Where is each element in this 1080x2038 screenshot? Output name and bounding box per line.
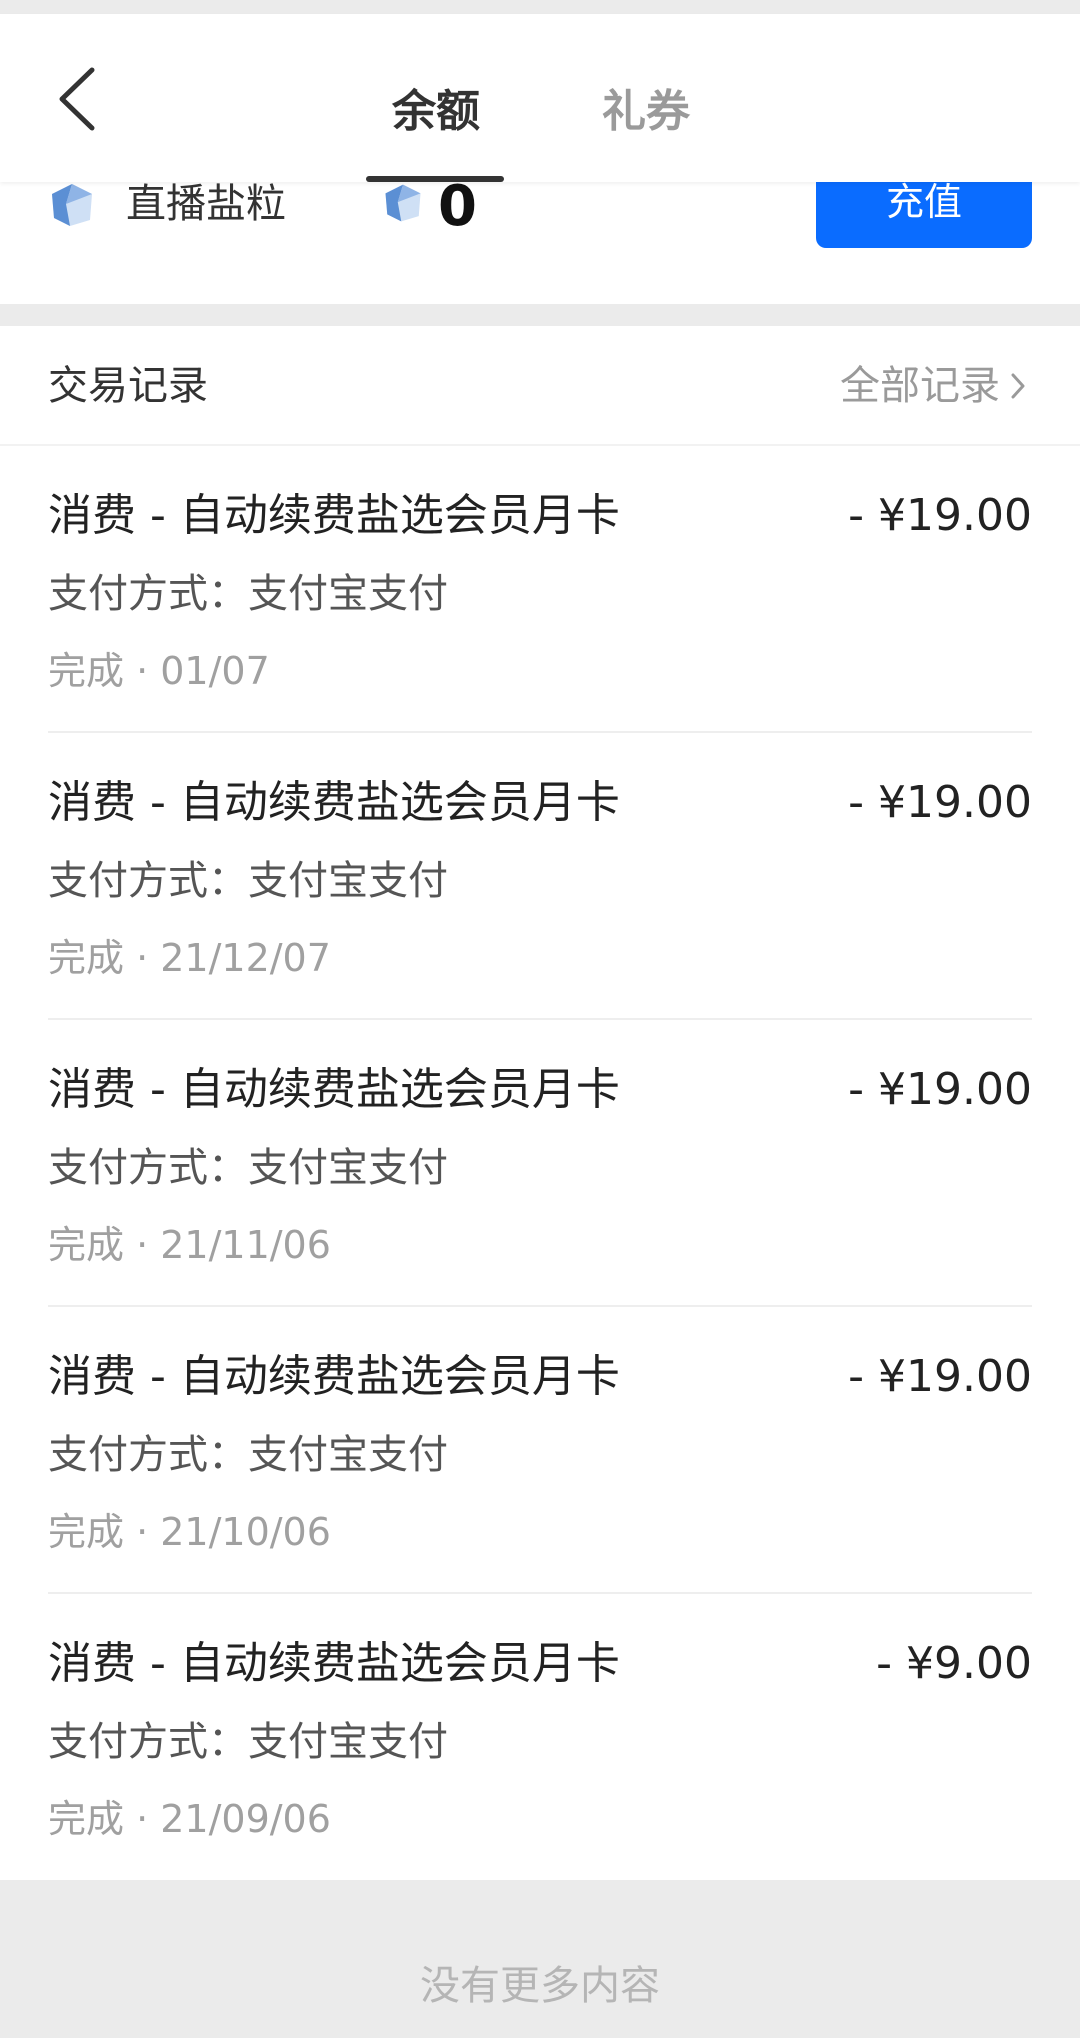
transaction-amount: - ¥19.00 <box>848 777 1032 828</box>
tab-coupon[interactable]: 礼券 <box>576 72 716 152</box>
balance-amount: 0 <box>438 174 477 239</box>
back-button[interactable] <box>48 64 118 134</box>
recharge-button[interactable]: 充值 <box>816 182 1032 248</box>
chevron-left-icon <box>59 67 95 131</box>
transaction-payment-method: 支付方式：支付宝支付 <box>48 1719 448 1765</box>
transaction-status: 完成 · 21/12/07 <box>48 936 331 980</box>
transaction-name: 消费 - 自动续费盐选会员月卡 <box>48 777 620 828</box>
transaction-item[interactable]: 消费 - 自动续费盐选会员月卡 - ¥19.00 支付方式：支付宝支付 完成 ·… <box>48 1020 1032 1307</box>
top-nav-bar: 余额 礼券 <box>0 14 1080 182</box>
transaction-item[interactable]: 消费 - 自动续费盐选会员月卡 - ¥19.00 支付方式：支付宝支付 完成 ·… <box>48 1307 1032 1594</box>
transaction-status: 完成 · 21/09/06 <box>48 1797 331 1841</box>
transaction-status: 完成 · 01/07 <box>48 649 270 693</box>
salt-grain-icon <box>52 184 92 226</box>
all-records-label: 全部记录 <box>840 363 1000 409</box>
transaction-payment-method: 支付方式：支付宝支付 <box>48 1432 448 1478</box>
transaction-amount: - ¥19.00 <box>848 1351 1032 1402</box>
transactions-title: 交易记录 <box>48 363 208 409</box>
transaction-item[interactable]: 消费 - 自动续费盐选会员月卡 - ¥9.00 支付方式：支付宝支付 完成 · … <box>48 1594 1032 1881</box>
transaction-name: 消费 - 自动续费盐选会员月卡 <box>48 490 620 541</box>
transactions-header: 交易记录 全部记录 <box>0 326 1080 446</box>
transactions-list: 消费 - 自动续费盐选会员月卡 - ¥19.00 支付方式：支付宝支付 完成 ·… <box>0 446 1080 1881</box>
chevron-right-icon <box>1011 373 1025 399</box>
transaction-amount: - ¥19.00 <box>848 1064 1032 1115</box>
transactions-card: 交易记录 全部记录 消费 - 自动续费盐选会员月卡 - ¥19.00 支付方式：… <box>0 326 1080 1880</box>
all-records-link[interactable]: 全部记录 <box>840 356 1028 416</box>
transaction-payment-method: 支付方式：支付宝支付 <box>48 1145 448 1191</box>
transaction-item[interactable]: 消费 - 自动续费盐选会员月卡 - ¥19.00 支付方式：支付宝支付 完成 ·… <box>48 733 1032 1020</box>
transaction-name: 消费 - 自动续费盐选会员月卡 <box>48 1351 620 1402</box>
balance-label: 直播盐粒 <box>126 181 286 227</box>
transaction-item[interactable]: 消费 - 自动续费盐选会员月卡 - ¥19.00 支付方式：支付宝支付 完成 ·… <box>48 446 1032 733</box>
page: 余额 礼券 直播盐粒 0 充值 交易记录 全部记录 消费 - 自动续费盐选会员月… <box>0 0 1080 2038</box>
transaction-name: 消费 - 自动续费盐选会员月卡 <box>48 1064 620 1115</box>
salt-grain-icon <box>385 184 421 222</box>
transaction-status: 完成 · 21/10/06 <box>48 1510 331 1554</box>
no-more-content-text: 没有更多内容 <box>420 1963 660 2009</box>
tab-balance[interactable]: 余额 <box>366 72 506 152</box>
transaction-payment-method: 支付方式：支付宝支付 <box>48 858 448 904</box>
transaction-amount: - ¥19.00 <box>848 490 1032 541</box>
transaction-name: 消费 - 自动续费盐选会员月卡 <box>48 1638 620 1689</box>
transaction-amount: - ¥9.00 <box>876 1638 1032 1689</box>
active-tab-indicator <box>366 176 504 182</box>
transaction-status: 完成 · 21/11/06 <box>48 1223 331 1267</box>
balance-card: 直播盐粒 0 充值 <box>0 174 1080 304</box>
transaction-payment-method: 支付方式：支付宝支付 <box>48 571 448 617</box>
